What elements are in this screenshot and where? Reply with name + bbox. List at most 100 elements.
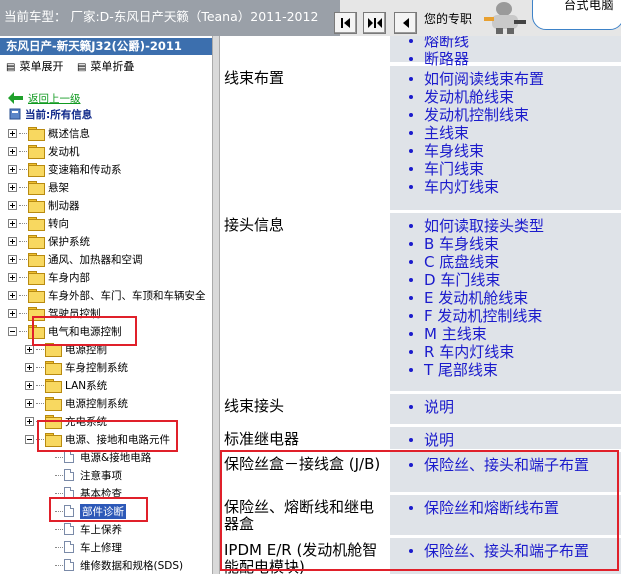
tree-connector bbox=[55, 456, 63, 458]
content-link[interactable]: C 底盘线束 bbox=[406, 253, 544, 271]
tree-item[interactable]: 保护系统 bbox=[8, 232, 90, 250]
tree-item[interactable]: 通风、加热器和空调 bbox=[8, 250, 143, 268]
tree-connector bbox=[19, 330, 27, 332]
expand-toggle-icon[interactable] bbox=[8, 290, 17, 300]
tree-connector bbox=[36, 348, 44, 350]
tree-item-label: 转向 bbox=[48, 217, 69, 230]
content-link[interactable]: F 发动机控制线束 bbox=[406, 307, 544, 325]
expand-toggle-icon[interactable] bbox=[8, 254, 17, 264]
tree-item[interactable]: 注意事项 bbox=[43, 466, 122, 484]
content-link[interactable]: M 主线束 bbox=[406, 325, 544, 343]
content-link[interactable]: 车内灯线束 bbox=[406, 178, 544, 196]
expand-icon bbox=[367, 18, 382, 28]
expand-toggle-icon[interactable] bbox=[25, 416, 34, 426]
first-page-icon bbox=[340, 18, 350, 28]
expand-toggle-icon[interactable] bbox=[8, 182, 17, 192]
content-link[interactable]: 如何阅读线束布置 bbox=[406, 70, 544, 88]
row-heading: 线束接头 bbox=[224, 397, 285, 415]
content-link[interactable]: B 车身线束 bbox=[406, 235, 544, 253]
content-table: 熔断线 断路器 线束布置 如何阅读线束布置 发动机舱线束 发动机控制线束 主线束 车身线束 车门… bbox=[220, 36, 621, 574]
tree-connector bbox=[55, 564, 63, 566]
tree-item-label: 变速箱和传动系 bbox=[48, 163, 122, 176]
nav-first-button[interactable] bbox=[334, 12, 357, 34]
panel-splitter[interactable] bbox=[212, 36, 220, 574]
model-title: 东风日产-新天籁J32(公爵)-2011 bbox=[0, 38, 212, 55]
tree-item-label: 制动器 bbox=[48, 199, 80, 212]
tree-connector bbox=[55, 492, 63, 494]
tree-connector bbox=[19, 240, 27, 242]
expand-toggle-icon[interactable] bbox=[8, 236, 17, 246]
expand-toggle-icon[interactable] bbox=[8, 218, 17, 228]
expand-toggle-icon[interactable] bbox=[25, 380, 34, 390]
back-icon bbox=[402, 18, 409, 28]
nav-split-button[interactable] bbox=[363, 12, 386, 34]
content-link[interactable]: 发动机舱线束 bbox=[406, 88, 544, 106]
nav-back-button[interactable] bbox=[394, 12, 417, 34]
document-icon bbox=[64, 559, 74, 571]
tree-item-label: 悬架 bbox=[48, 181, 69, 194]
folder-icon bbox=[28, 289, 45, 303]
tree-item-label: 保护系统 bbox=[48, 235, 90, 248]
content-link[interactable]: 发动机控制线束 bbox=[406, 106, 544, 124]
tree-item[interactable]: 车身控制系统 bbox=[25, 358, 128, 376]
folder-icon bbox=[28, 271, 45, 285]
content-link[interactable]: 如何读取接头类型 bbox=[406, 217, 544, 235]
expand-toggle-icon[interactable] bbox=[25, 398, 34, 408]
tree-item[interactable]: 发动机 bbox=[8, 142, 80, 160]
link-list: 说明 bbox=[406, 431, 454, 449]
content-link[interactable]: 主线束 bbox=[406, 124, 544, 142]
folder-icon bbox=[28, 181, 45, 195]
content-link[interactable]: E 发动机舱线束 bbox=[406, 289, 544, 307]
tree-item[interactable]: 悬架 bbox=[8, 178, 69, 196]
content-link[interactable]: 说明 bbox=[406, 431, 454, 449]
content-link[interactable]: 车门线束 bbox=[406, 160, 544, 178]
row-heading-cell bbox=[220, 36, 388, 62]
content-row: 接头信息 如何读取接头类型 B 车身线束 C 底盘线束 D 车门线束 E 发动机舱线束 F … bbox=[220, 213, 621, 391]
expand-toggle-icon[interactable] bbox=[8, 164, 17, 174]
content-link[interactable]: 说明 bbox=[406, 398, 454, 416]
expand-toggle-icon[interactable] bbox=[25, 362, 34, 372]
tree-item[interactable]: 电源控制系统 bbox=[25, 394, 128, 412]
tree-connector bbox=[19, 132, 27, 134]
document-icon bbox=[64, 451, 74, 463]
content-link[interactable]: 车身线束 bbox=[406, 142, 544, 160]
tree-item[interactable]: 维修数据和规格(SDS) bbox=[43, 556, 183, 574]
tree-item[interactable]: 车身内部 bbox=[8, 268, 90, 286]
expand-toggle-icon[interactable] bbox=[8, 128, 17, 138]
expand-toggle-icon[interactable] bbox=[8, 200, 17, 210]
tree-connector bbox=[36, 402, 44, 404]
collapse-menu-icon: ▤ bbox=[76, 62, 87, 73]
tree-item[interactable]: 转向 bbox=[8, 214, 69, 232]
folder-icon bbox=[28, 217, 45, 231]
expand-menu-button[interactable]: 菜单展开 bbox=[19, 58, 63, 74]
tree-connector bbox=[19, 150, 27, 152]
content-row: 标准继电器 说明 bbox=[220, 427, 621, 449]
expand-menu-icon: ▤ bbox=[6, 62, 16, 73]
tree-item[interactable]: 概述信息 bbox=[8, 124, 90, 142]
expand-toggle-icon[interactable] bbox=[8, 146, 17, 156]
row-heading: 标准继电器 bbox=[224, 430, 300, 448]
tree-connector bbox=[19, 276, 27, 278]
folder-icon bbox=[28, 163, 45, 177]
expand-toggle-icon[interactable] bbox=[8, 272, 17, 282]
folder-icon bbox=[28, 235, 45, 249]
collapse-toggle-icon[interactable] bbox=[8, 326, 17, 336]
tree-item[interactable]: 车身外部、车门、车顶和车辆安全 bbox=[8, 286, 206, 304]
tree-item-label: LAN系统 bbox=[65, 379, 108, 392]
back-link[interactable]: 返回上一级 bbox=[28, 91, 81, 106]
collapse-menu-button[interactable]: 菜单折叠 bbox=[90, 58, 134, 74]
tree-item[interactable]: 车上保养 bbox=[43, 520, 122, 538]
content-link[interactable]: D 车门线束 bbox=[406, 271, 544, 289]
content-link[interactable]: T 尾部线束 bbox=[406, 361, 544, 379]
content-link[interactable]: 熔断线 bbox=[406, 36, 469, 50]
highlight-box-electrical bbox=[32, 316, 137, 346]
collapse-toggle-icon[interactable] bbox=[25, 434, 34, 444]
tree-item[interactable]: 变速箱和传动系 bbox=[8, 160, 122, 178]
tree-item[interactable]: 制动器 bbox=[8, 196, 80, 214]
tree-item[interactable]: LAN系统 bbox=[25, 376, 107, 394]
tree-item-label: 概述信息 bbox=[48, 127, 90, 140]
tree-item[interactable]: 车上修理 bbox=[43, 538, 122, 556]
expand-toggle-icon[interactable] bbox=[8, 308, 17, 318]
ad-banner[interactable]: 台式电脑 bbox=[478, 0, 621, 36]
content-link[interactable]: R 车内灯线束 bbox=[406, 343, 544, 361]
